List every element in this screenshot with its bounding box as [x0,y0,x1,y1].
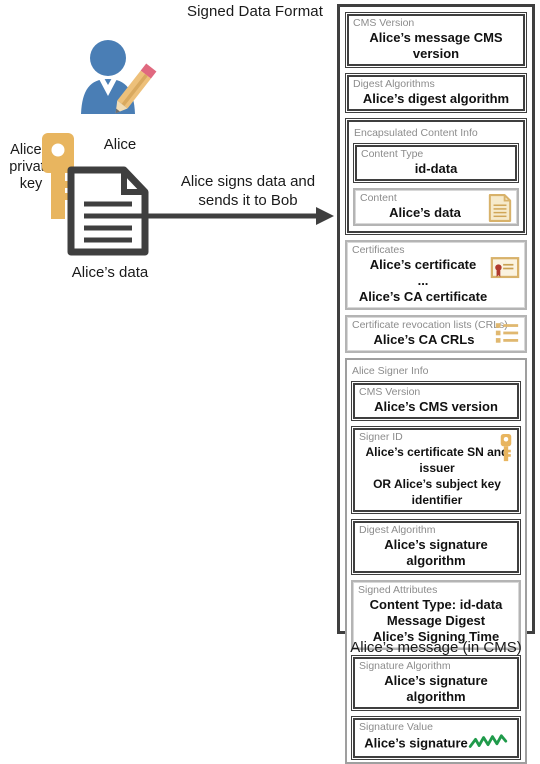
group-label: Alice Signer Info [352,365,429,377]
field-value: Alice’s certificate SN and issuer OR Ali… [354,444,518,511]
field-signer-id[interactable]: Signer ID Alice’s certificate SN and iss… [351,426,521,514]
field-label: Content Type [361,148,424,160]
field-label: Signer ID [359,431,403,443]
diagram-canvas: Signed Data Format Alice Alice’s private… [0,0,540,764]
field-value: Alice’s CMS version [374,399,498,414]
document-icon [488,194,512,227]
page-title: Signed Data Format [186,3,324,20]
field-value: Alice’s signature algorithm [384,537,488,568]
certificates-line2: ... [417,273,429,288]
key-icon [499,432,513,469]
certificates-line3: Alice’s CA certificate [358,289,488,304]
signed-attributes-line1: Content Type: id-data [369,597,503,612]
arrow-caption-line1: Alice signs data and [180,173,316,190]
alice-label: Alice [103,136,137,153]
field-value: Alice’s signature algorithm [384,673,488,704]
field-label: Digest Algorithm [359,524,436,536]
field-content[interactable]: Content Alice’s data [353,188,519,226]
signer-id-line2: OR Alice’s subject key identifier [373,477,501,507]
field-label: Signed Attributes [358,584,438,596]
list-icon [494,320,520,350]
group-alice-signer-info[interactable]: Alice Signer Info CMS Version Alice’s CM… [345,358,527,764]
cms-caption: Alice’s message (in CMS) [350,639,522,656]
certificates-line1: Alice’s certificate [369,257,477,272]
flow-arrow-icon [0,203,340,229]
signature-value-text: Alice’s signature [364,735,468,751]
field-content-type[interactable]: Content Type id-data [353,143,519,183]
field-label: Signature Value [359,721,433,733]
field-label: CMS Version [353,17,415,29]
field-label: CMS Version [359,386,421,398]
field-signature-algorithm[interactable]: Signature Algorithm Alice’s signature al… [351,655,521,711]
field-signer-cms-version[interactable]: CMS Version Alice’s CMS version [351,381,521,421]
field-value: Alice’s message CMS version [369,30,503,61]
field-value: id-data [414,161,458,176]
field-crls[interactable]: Certificate revocation lists (CRLs) Alic… [345,315,527,353]
signature-squiggle-icon [468,734,508,754]
field-signer-digest-algorithm[interactable]: Digest Algorithm Alice’s signature algor… [351,519,521,575]
field-label: Certificates [352,244,405,256]
field-label: Signature Algorithm [359,660,451,672]
field-certificates[interactable]: Certificates Alice’s certificate ... Ali… [345,240,527,310]
field-value: Alice’s signature [354,734,518,757]
signer-id-line1: Alice’s certificate SN and issuer [365,445,509,475]
field-label: Digest Algorithms [353,78,435,90]
field-cms-version[interactable]: CMS Version Alice’s message CMS version [345,12,527,68]
group-encapsulated-content-info[interactable]: Encapsulated Content Info Content Type i… [345,118,527,235]
cms-message-container: CMS Version Alice’s message CMS version … [337,4,535,764]
alice-person-icon [68,38,158,120]
document-label: Alice’s data [71,264,149,281]
certificate-icon [490,256,520,286]
field-value: Alice’s digest algorithm [362,91,510,106]
signed-attributes-line2: Message Digest [386,613,486,628]
field-digest-algorithms[interactable]: Digest Algorithms Alice’s digest algorit… [345,73,527,113]
group-label: Encapsulated Content Info [354,127,478,139]
field-signature-value[interactable]: Signature Value Alice’s signature [351,716,521,760]
